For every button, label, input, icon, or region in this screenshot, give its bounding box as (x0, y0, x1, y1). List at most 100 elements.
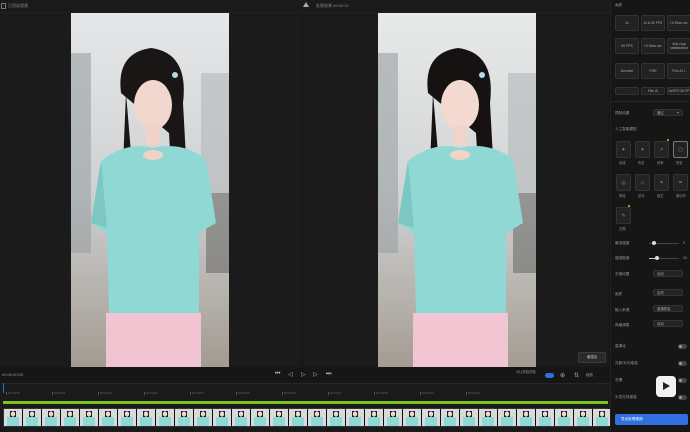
timecode: 00:00:00:00 (2, 372, 24, 377)
after-label-button[interactable]: 增强后 (578, 352, 606, 363)
strength-label: 最低强度 (615, 241, 630, 245)
timeline-thumbnail (536, 409, 555, 426)
toggle[interactable] (678, 361, 687, 366)
timeline-thumbnail (365, 409, 384, 426)
timeline-thumbnail (137, 409, 156, 426)
strength-slider-knob[interactable] (652, 241, 656, 245)
timeline-thumbnail (213, 409, 232, 426)
mode-button[interactable]: Hi Slow mo (641, 38, 665, 54)
skip-start-icon[interactable]: ⏮ (275, 371, 280, 378)
timeline-thumbnail (194, 409, 213, 426)
timeline-thumbnail (441, 409, 460, 426)
setting-select[interactable]: 自动 (653, 270, 683, 277)
ruler-tick-label: 00:00:05 (238, 391, 250, 395)
active-dot (667, 139, 669, 141)
active-dot (628, 205, 630, 207)
ruler-tick (6, 392, 7, 395)
next-frame-icon[interactable]: ▷ (313, 371, 318, 378)
slowmo-model-icon[interactable]: ⌗ (673, 174, 688, 191)
timeline-thumbnail (118, 409, 137, 426)
setting-label: 风格调整 (615, 323, 630, 327)
mode-button[interactable]: Film AI (641, 87, 665, 95)
mode-button[interactable]: Hi Slow mo (667, 15, 690, 31)
model-label: 恢复 (638, 161, 645, 165)
toggle[interactable] (678, 395, 687, 400)
setting-label: 去噪设置 (615, 272, 630, 276)
toggle-label: 去隔 (615, 378, 623, 382)
ruler-tick-label: 00:00:10 (468, 391, 480, 395)
compare-label: 对比原始视频 (516, 370, 536, 374)
timeline-thumbnail (80, 409, 99, 426)
ruler-tick-label: 00:00:01 (54, 391, 66, 395)
compare-toggle[interactable] (545, 373, 554, 378)
enhanced-video-frame[interactable] (378, 13, 536, 367)
ruler-tick (466, 392, 467, 395)
setting-value: 自然 (657, 291, 664, 295)
mode-button[interactable] (615, 87, 639, 95)
model-label: 慢动作 (676, 194, 686, 198)
top-bar: 已渲染视频 处理效果 00:00:10 (0, 0, 610, 13)
timeline-thumbnail (42, 409, 61, 426)
timeline-thumbnail (460, 409, 479, 426)
timeline-thumbnail (422, 409, 441, 426)
playhead[interactable] (3, 383, 4, 393)
play-icon[interactable]: ▷ (301, 371, 306, 378)
mode-button[interactable]: 60 FPS (615, 38, 639, 54)
setting-select[interactable]: 普通质量 (653, 305, 683, 312)
sharp-slider-knob[interactable] (655, 256, 659, 260)
sharp-value: 20 (683, 256, 687, 260)
ruler-tick (282, 392, 283, 395)
mode-button[interactable]: FHD (641, 63, 665, 79)
deinterlace-model-icon[interactable]: ✎ (616, 207, 631, 224)
repair-model-icon[interactable]: ▢ (673, 141, 688, 158)
mode-button[interactable]: Film AI L (667, 63, 690, 79)
timeline-thumbnail (498, 409, 517, 426)
restore-model-icon[interactable]: ✦ (635, 141, 650, 158)
timeline-thumbnail (232, 409, 251, 426)
timeline-thumbnail (479, 409, 498, 426)
mode-button[interactable]: AI/GFX 60 FP (667, 87, 690, 95)
toggle-label: 光影/补光增强 (615, 361, 638, 365)
section-title: 人工智能模型 (615, 127, 637, 131)
prev-frame-icon[interactable]: ◁ (288, 371, 293, 378)
timeline-thumbnail (175, 409, 194, 426)
stabilize-model-icon[interactable]: ⌗ (654, 174, 669, 191)
left-panel-icon (1, 3, 6, 9)
timeline-thumbnail (574, 409, 593, 426)
play-badge-triangle (663, 382, 670, 390)
toggle[interactable] (678, 378, 687, 383)
ruler-tick-label: 00:00:03 (146, 391, 158, 395)
setting-select[interactable]: 自然 (653, 289, 683, 296)
skip-end-icon[interactable]: ⏭ (326, 371, 331, 378)
setting-label: 画质 (615, 292, 623, 296)
strength-value: 0 (683, 241, 685, 245)
ruler-tick-label: 00:00:04 (192, 391, 204, 395)
setting-select[interactable]: 自动 (653, 320, 683, 327)
sharpen-model-icon[interactable]: ◇ (635, 174, 650, 191)
model-label: 去隔 (619, 227, 626, 231)
mode-button[interactable]: Denoise (615, 63, 639, 79)
toggle[interactable] (678, 344, 687, 349)
enhance-model-icon[interactable]: ✦ (616, 141, 631, 158)
preset-value: 通过 (657, 111, 664, 115)
preset-label: 预制设置 (615, 111, 630, 115)
sync-icon[interactable]: ⇅ (574, 372, 579, 379)
right-panel-title: 处理效果 (316, 3, 332, 8)
export-button[interactable]: 导出处理视频 (615, 414, 688, 425)
mode-button[interactable]: Anti-crop stabilization (667, 38, 690, 54)
mode-button[interactable]: AI (615, 15, 639, 31)
sidebar-top-label: 画质 (615, 3, 623, 7)
settings-sidebar: 画质 AI AI & 60 FPS Hi Slow mo 60 FPS Hi S… (610, 0, 690, 431)
fit-icon[interactable]: ⊕ (560, 372, 565, 379)
framerate-model-icon[interactable]: ↗ (654, 141, 669, 158)
ruler-tick-label: 00:00:00 (8, 391, 20, 395)
right-panel-subtitle: 00:00:10 (333, 3, 349, 8)
original-video-frame[interactable] (71, 13, 229, 367)
ruler-tick-label: 00:00:09 (422, 391, 434, 395)
clip-range-bar[interactable] (3, 401, 608, 404)
timeline-thumbnail (384, 409, 403, 426)
setting-label: 输入来源 (615, 308, 630, 312)
mode-button[interactable]: AI & 60 FPS (641, 15, 665, 31)
zoom-label[interactable]: 缩放 (586, 373, 593, 378)
denoise-model-icon[interactable]: ◎ (616, 174, 631, 191)
